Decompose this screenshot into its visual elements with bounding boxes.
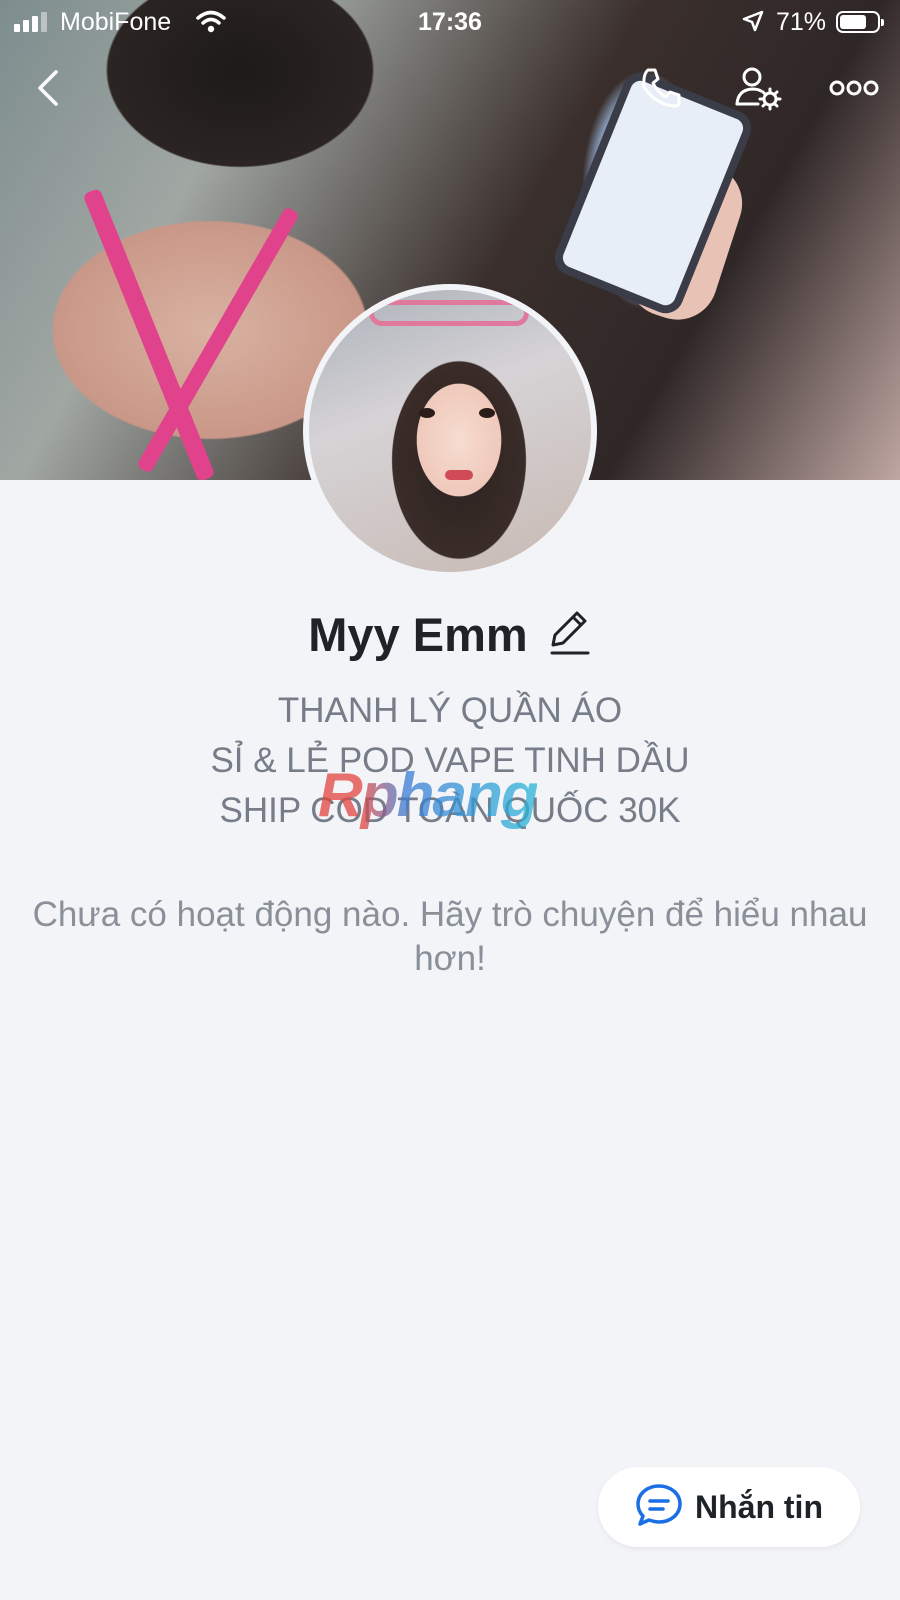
battery-percent: 71%	[776, 8, 827, 36]
more-options-button[interactable]	[826, 62, 882, 118]
pencil-icon	[549, 609, 591, 660]
cover-detail	[82, 187, 216, 480]
profile-name: Myy Emm	[308, 607, 528, 661]
watermark-logo: Rphang	[318, 761, 539, 830]
profile-settings-button[interactable]	[730, 62, 786, 118]
chat-bubble-icon	[635, 1483, 683, 1532]
send-message-button[interactable]: Nhắn tin	[598, 1467, 860, 1547]
edit-name-button[interactable]	[548, 611, 592, 656]
location-arrow-icon	[742, 10, 764, 39]
avatar[interactable]	[303, 284, 597, 578]
more-horizontal-icon	[829, 78, 879, 103]
battery-icon	[836, 11, 884, 33]
avatar-detail	[479, 408, 495, 418]
avatar-detail	[369, 300, 529, 326]
back-button[interactable]	[20, 62, 76, 118]
user-settings-icon	[734, 64, 782, 117]
call-button[interactable]	[633, 62, 689, 118]
status-time: 17:36	[418, 8, 482, 36]
profile-name-row: Myy Emm	[0, 604, 900, 664]
send-message-label: Nhắn tin	[695, 1488, 823, 1525]
phone-icon	[638, 65, 684, 116]
avatar-detail	[445, 470, 473, 480]
chevron-left-icon	[34, 68, 62, 113]
avatar-detail	[419, 408, 435, 418]
empty-activity-message: Chưa có hoạt động nào. Hãy trò chuyện để…	[32, 895, 868, 978]
bio-line: THANH LÝ QUẦN ÁO	[277, 691, 623, 730]
status-bar: MobiFone 17:36 71%	[0, 0, 900, 46]
